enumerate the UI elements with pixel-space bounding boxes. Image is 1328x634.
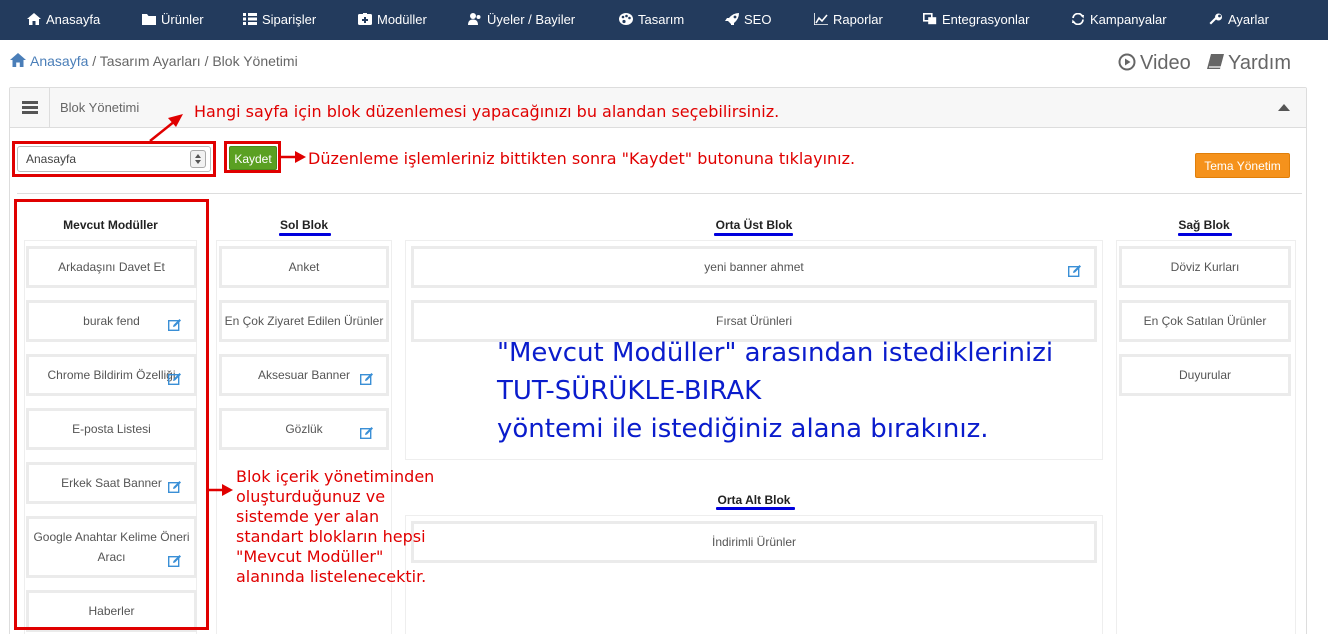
list-icon (243, 13, 257, 25)
collapse-icon[interactable] (1278, 104, 1290, 111)
drag-hint-annotation: "Mevcut Modüller" arasından istediklerin… (497, 338, 1054, 444)
select-hint-annotation: Hangi sayfa için blok düzenlemesi yapaca… (194, 102, 780, 121)
nav-item-uyeler[interactable]: Üyeler / Bayiler (468, 0, 575, 40)
nav-item-urunler[interactable]: Ürünler (142, 0, 204, 40)
left-block-item[interactable]: Aksesuar Banner (219, 354, 389, 396)
module-icon (358, 13, 372, 25)
left-block-title-underline (279, 233, 331, 236)
nav-item-raporlar[interactable]: Raporlar (814, 0, 883, 40)
block-label: Duyurular (1178, 368, 1232, 382)
palette-icon (619, 13, 633, 25)
home-icon (10, 53, 26, 67)
play-circle-icon (1118, 53, 1138, 71)
edit-icon[interactable] (360, 372, 374, 385)
block-label: En Çok Ziyaret Edilen Ürünler (224, 314, 384, 328)
nav-item-seo[interactable]: SEO (725, 0, 771, 40)
block-label: En Çok Satılan Ürünler (1143, 314, 1267, 328)
right-block-title: Sağ Blok (1178, 218, 1230, 232)
center-bottom-block-title: Orta Alt Blok (717, 493, 791, 507)
video-link[interactable]: Video (1118, 52, 1191, 75)
users-icon (468, 13, 482, 25)
save-highlight-box (224, 141, 281, 173)
help-link[interactable]: Yardım (1206, 52, 1291, 75)
breadcrumb-home-link[interactable]: Anasayfa (30, 53, 88, 69)
block-label: Döviz Kurları (1170, 260, 1240, 274)
right-block-title-underline (1178, 233, 1232, 236)
modules-highlight-box (14, 199, 209, 630)
refresh-icon (1071, 13, 1085, 25)
modules-hint-annotation: Blok içerik yönetiminden oluşturduğunuz … (236, 467, 435, 586)
nav-item-anasayfa[interactable]: Anasayfa (27, 0, 100, 40)
hamburger-icon[interactable] (10, 88, 50, 127)
edit-icon[interactable] (1068, 264, 1082, 277)
folder-icon (142, 13, 156, 25)
nav-item-moduller[interactable]: Modüller (358, 0, 427, 40)
left-block-item[interactable]: Gözlük (219, 408, 389, 450)
right-block-item[interactable]: Duyurular (1119, 354, 1291, 396)
book-icon (1206, 53, 1226, 71)
nav-item-tasarim[interactable]: Tasarım (619, 0, 684, 40)
top-nav: Anasayfa Ürünler Siparişler Modüller Üye… (0, 0, 1328, 40)
page: Anasayfa Ürünler Siparişler Modüller Üye… (0, 0, 1328, 634)
edit-icon[interactable] (360, 426, 374, 439)
right-block-item[interactable]: Döviz Kurları (1119, 246, 1291, 288)
center-bottom-title-underline (716, 507, 795, 510)
breadcrumb-trail: / Tasarım Ayarları / Blok Yönetimi (88, 53, 298, 69)
left-block-item[interactable]: Anket (219, 246, 389, 288)
integration-icon (923, 13, 937, 25)
wrench-icon (1209, 13, 1223, 25)
nav-item-siparisler[interactable]: Siparişler (243, 0, 316, 40)
center-top-block-item[interactable]: yeni banner ahmet (411, 246, 1097, 288)
save-hint-annotation: Düzenleme işlemleriniz bittikten sonra "… (308, 149, 856, 168)
breadcrumb: Anasayfa / Tasarım Ayarları / Blok Yönet… (10, 53, 298, 69)
rocket-icon (725, 13, 739, 25)
block-label: Anket (288, 260, 320, 274)
center-top-block-title: Orta Üst Blok (715, 218, 793, 232)
nav-item-entegrasyonlar[interactable]: Entegrasyonlar (923, 0, 1029, 40)
center-bottom-block-item[interactable]: İndirimli Ürünler (411, 521, 1097, 563)
divider (17, 193, 1302, 194)
center-top-title-underline (714, 233, 793, 236)
block-label: yeni banner ahmet (704, 260, 804, 274)
block-label: İndirimli Ürünler (711, 535, 797, 549)
panel-title: Blok Yönetimi (60, 100, 140, 115)
nav-item-kampanyalar[interactable]: Kampanyalar (1071, 0, 1167, 40)
block-label: Fırsat Ürünleri (715, 314, 792, 328)
theme-management-button[interactable]: Tema Yönetim (1195, 153, 1290, 178)
home-icon (27, 13, 41, 25)
chart-icon (814, 13, 828, 25)
nav-item-ayarlar[interactable]: Ayarlar (1209, 0, 1269, 40)
select-highlight-box (12, 141, 216, 177)
right-block-item[interactable]: En Çok Satılan Ürünler (1119, 300, 1291, 342)
left-block-title: Sol Blok (279, 218, 328, 232)
left-block-item[interactable]: En Çok Ziyaret Edilen Ürünler (219, 300, 389, 342)
